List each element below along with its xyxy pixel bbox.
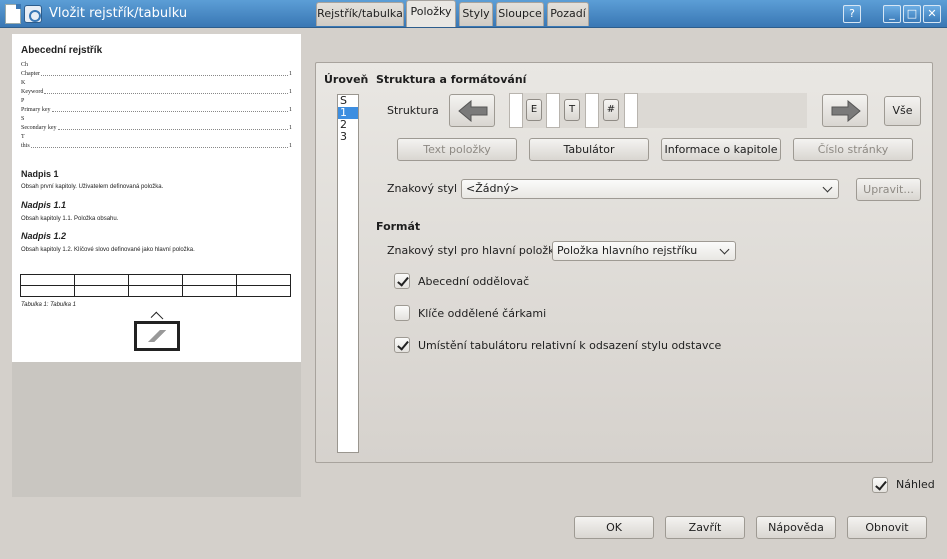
preview-page: Abecední rejstřík Ch Chapter 1 K Keyword 1… xyxy=(12,34,301,362)
structure-editor[interactable]: E T # xyxy=(509,93,807,128)
preview-area: Abecední rejstřík Ch Chapter 1 K Keyword 1… xyxy=(12,34,301,497)
char-style-label: Znakový styl xyxy=(387,182,458,195)
close-icon[interactable]: ✕ xyxy=(923,5,941,23)
tab-entries[interactable]: Položky xyxy=(406,0,456,27)
preview-heading-1-1: Nadpis 1.1 xyxy=(21,200,67,210)
structure-token-entry[interactable]: E xyxy=(526,99,542,121)
tab-relative-checkbox[interactable] xyxy=(394,337,410,353)
scroll-left-button[interactable] xyxy=(449,94,495,127)
maximize-icon[interactable]: □ xyxy=(903,5,921,23)
format-section-title: Formát xyxy=(376,220,421,233)
entry-text-button[interactable]: Text položky xyxy=(397,138,517,161)
window-title: Vložit rejstřík/tabulku xyxy=(49,6,188,21)
keys-separate-label: Klíče oddělené čárkami xyxy=(418,307,547,320)
list-item[interactable]: 3 xyxy=(338,131,358,143)
all-levels-button[interactable]: Vše xyxy=(884,96,921,126)
chapter-info-button[interactable]: Informace o kapitole xyxy=(661,138,781,161)
index-entry: this 1 xyxy=(21,143,292,149)
alpha-delimiter-label: Abecední oddělovač xyxy=(418,275,530,288)
main-entry-style-label: Znakový styl pro hlavní položky xyxy=(387,244,561,257)
arrow-left-icon xyxy=(458,100,488,122)
structure-text-slot[interactable] xyxy=(546,93,560,128)
structure-token-tab[interactable]: T xyxy=(564,99,580,121)
scroll-right-button[interactable] xyxy=(822,94,868,127)
arrow-right-icon xyxy=(831,100,861,122)
preview-heading-1: Nadpis 1 xyxy=(21,169,59,179)
preview-index-title: Abecední rejstřík xyxy=(21,45,103,56)
preview-label: Náhled xyxy=(896,478,935,491)
main-entry-style-select[interactable]: Položka hlavního rejstříku xyxy=(552,241,736,261)
tab-columns[interactable]: Sloupce xyxy=(496,2,544,26)
structure-text-slot[interactable] xyxy=(509,93,523,128)
page-number-button[interactable]: Číslo stránky xyxy=(793,138,913,161)
index-entry: Ch xyxy=(21,62,29,68)
preview-table xyxy=(20,274,291,297)
structure-token-page-number[interactable]: # xyxy=(603,99,619,121)
alpha-delimiter-checkbox[interactable] xyxy=(394,273,410,289)
preview-heading-1-body: Obsah první kapitoly. Uživatelem definov… xyxy=(21,184,164,190)
index-entry: Secondary key 1 xyxy=(21,125,292,131)
tab-index-table[interactable]: Rejstřík/tabulka xyxy=(316,2,404,26)
structure-text-slot[interactable] xyxy=(624,93,638,128)
level-list[interactable]: S 1 2 3 xyxy=(337,94,359,453)
help-button[interactable]: Nápověda xyxy=(756,516,836,539)
close-button[interactable]: Zavřít xyxy=(665,516,745,539)
index-entry: K xyxy=(21,80,26,86)
preview-checkbox[interactable] xyxy=(872,477,888,493)
tab-relative-label: Umístění tabulátoru relativní k odsazení… xyxy=(418,339,722,352)
tab-stop-button[interactable]: Tabulátor xyxy=(529,138,649,161)
char-style-select[interactable]: <Žádný> xyxy=(461,179,839,199)
keys-separate-checkbox[interactable] xyxy=(394,305,410,321)
document-icon xyxy=(5,4,21,24)
index-entry: Keyword 1 xyxy=(21,89,292,95)
tab-background[interactable]: Pozadí xyxy=(547,2,589,26)
picture-frame-icon xyxy=(134,321,180,351)
preview-heading-1-1-body: Obsah kapitoly 1.1. Položka obsahu. xyxy=(21,216,119,222)
preview-heading-1-2-body: Obsah kapitoly 1.2. Klíčové slovo defino… xyxy=(21,247,195,253)
char-style-value: <Žádný> xyxy=(466,182,520,195)
edit-style-button[interactable]: Upravit... xyxy=(856,178,921,201)
index-entry: T xyxy=(21,134,25,140)
index-entry: S xyxy=(21,116,25,122)
level-label: Úroveň xyxy=(324,73,369,86)
chevron-down-icon xyxy=(822,182,833,193)
help-icon[interactable]: ? xyxy=(843,5,861,23)
preview-heading-1-2: Nadpis 1.2 xyxy=(21,231,67,241)
reset-button[interactable]: Obnovit xyxy=(847,516,927,539)
structure-section-title: Struktura a formátování xyxy=(376,73,527,86)
index-entry: P xyxy=(21,98,25,104)
preview-index-entries: Ch Chapter 1 K Keyword 1 P Primary key 1 S … xyxy=(21,61,292,151)
index-entry: Primary key 1 xyxy=(21,107,292,113)
preview-table-caption: Tabulka 1: Tabulka 1 xyxy=(21,302,76,308)
minimize-icon[interactable]: _ xyxy=(883,5,901,23)
tab-styles[interactable]: Styly xyxy=(459,2,493,26)
main-entry-style-value: Položka hlavního rejstříku xyxy=(557,244,698,257)
index-entry: Chapter 1 xyxy=(21,71,292,77)
structure-text-slot[interactable] xyxy=(585,93,599,128)
app-menu-icon[interactable] xyxy=(24,5,42,23)
chevron-down-icon xyxy=(719,244,730,255)
ok-button[interactable]: OK xyxy=(574,516,654,539)
structure-label: Struktura xyxy=(387,104,439,117)
